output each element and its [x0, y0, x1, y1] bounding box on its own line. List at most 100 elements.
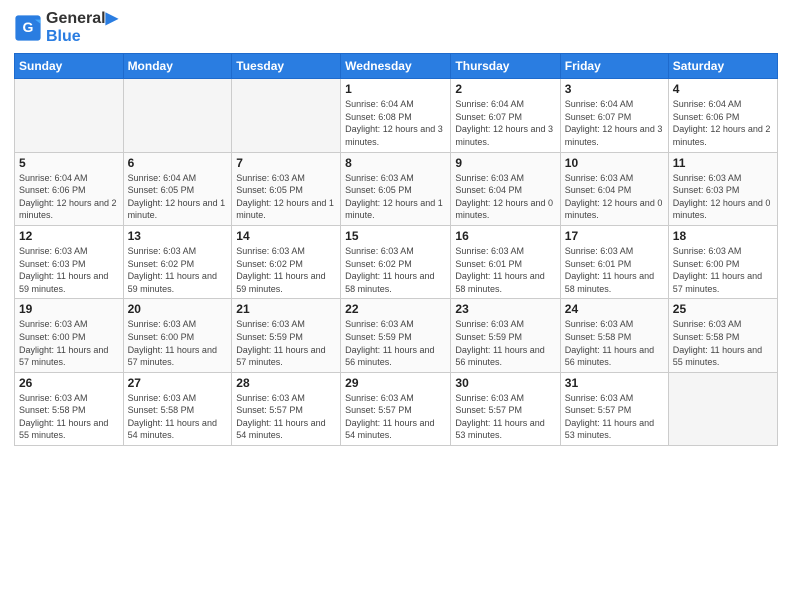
day-info: Sunrise: 6:03 AMSunset: 6:02 PMDaylight:… [345, 245, 446, 295]
day-number: 19 [19, 302, 119, 316]
day-info: Sunrise: 6:03 AMSunset: 5:59 PMDaylight:… [455, 318, 555, 368]
calendar-cell: 31 Sunrise: 6:03 AMSunset: 5:57 PMDayligh… [560, 372, 668, 445]
page-header: G General▶ Blue [14, 10, 778, 45]
day-info: Sunrise: 6:03 AMSunset: 5:57 PMDaylight:… [565, 392, 664, 442]
day-number: 20 [128, 302, 228, 316]
calendar-cell: 21 Sunrise: 6:03 AMSunset: 5:59 PMDayligh… [232, 299, 341, 372]
day-info: Sunrise: 6:03 AMSunset: 5:58 PMDaylight:… [19, 392, 119, 442]
day-info: Sunrise: 6:03 AMSunset: 6:02 PMDaylight:… [236, 245, 336, 295]
calendar-page: G General▶ Blue SundayMondayTuesdayWedne… [0, 0, 792, 612]
calendar-cell [232, 79, 341, 152]
calendar-cell: 20 Sunrise: 6:03 AMSunset: 6:00 PMDayligh… [123, 299, 232, 372]
day-info: Sunrise: 6:03 AMSunset: 5:59 PMDaylight:… [236, 318, 336, 368]
calendar-cell: 28 Sunrise: 6:03 AMSunset: 5:57 PMDayligh… [232, 372, 341, 445]
calendar-cell: 16 Sunrise: 6:03 AMSunset: 6:01 PMDayligh… [451, 225, 560, 298]
day-info: Sunrise: 6:04 AMSunset: 6:06 PMDaylight:… [673, 98, 773, 148]
day-info: Sunrise: 6:03 AMSunset: 6:00 PMDaylight:… [673, 245, 773, 295]
weekday-header-thursday: Thursday [451, 54, 560, 79]
calendar-cell: 5Sunrise: 6:04 AMSunset: 6:06 PMDaylight… [15, 152, 124, 225]
day-number: 9 [455, 156, 555, 170]
calendar-table: SundayMondayTuesdayWednesdayThursdayFrid… [14, 53, 778, 446]
calendar-cell: 19 Sunrise: 6:03 AMSunset: 6:00 PMDayligh… [15, 299, 124, 372]
weekday-header-wednesday: Wednesday [341, 54, 451, 79]
day-info: Sunrise: 6:03 AMSunset: 6:02 PMDaylight:… [128, 245, 228, 295]
day-info: Sunrise: 6:03 AMSunset: 5:57 PMDaylight:… [345, 392, 446, 442]
day-info: Sunrise: 6:03 AMSunset: 5:58 PMDaylight:… [565, 318, 664, 368]
calendar-cell: 6 Sunrise: 6:04 AMSunset: 6:05 PMDaylight… [123, 152, 232, 225]
logo: G General▶ Blue [14, 10, 118, 45]
day-info: Sunrise: 6:04 AMSunset: 6:07 PMDaylight:… [455, 98, 555, 148]
week-row-2: 5Sunrise: 6:04 AMSunset: 6:06 PMDaylight… [15, 152, 778, 225]
day-number: 8 [345, 156, 446, 170]
calendar-cell [668, 372, 777, 445]
calendar-cell [123, 79, 232, 152]
day-info: Sunrise: 6:03 AMSunset: 5:57 PMDaylight:… [236, 392, 336, 442]
calendar-cell: 15 Sunrise: 6:03 AMSunset: 6:02 PMDayligh… [341, 225, 451, 298]
day-number: 28 [236, 376, 336, 390]
day-number: 26 [19, 376, 119, 390]
day-number: 21 [236, 302, 336, 316]
calendar-cell: 9 Sunrise: 6:03 AMSunset: 6:04 PMDaylight… [451, 152, 560, 225]
week-row-1: 1Sunrise: 6:04 AMSunset: 6:08 PMDaylight… [15, 79, 778, 152]
day-info: Sunrise: 6:03 AMSunset: 6:00 PMDaylight:… [128, 318, 228, 368]
svg-text:G: G [23, 19, 34, 35]
calendar-cell: 25 Sunrise: 6:03 AMSunset: 5:58 PMDayligh… [668, 299, 777, 372]
weekday-header-sunday: Sunday [15, 54, 124, 79]
day-number: 22 [345, 302, 446, 316]
calendar-cell: 29 Sunrise: 6:03 AMSunset: 5:57 PMDayligh… [341, 372, 451, 445]
day-info: Sunrise: 6:03 AMSunset: 6:00 PMDaylight:… [19, 318, 119, 368]
calendar-cell: 12Sunrise: 6:03 AMSunset: 6:03 PMDayligh… [15, 225, 124, 298]
calendar-cell: 23 Sunrise: 6:03 AMSunset: 5:59 PMDayligh… [451, 299, 560, 372]
day-info: Sunrise: 6:03 AMSunset: 6:01 PMDaylight:… [455, 245, 555, 295]
calendar-cell: 11 Sunrise: 6:03 AMSunset: 6:03 PMDayligh… [668, 152, 777, 225]
calendar-cell: 2 Sunrise: 6:04 AMSunset: 6:07 PMDaylight… [451, 79, 560, 152]
calendar-cell: 4Sunrise: 6:04 AMSunset: 6:06 PMDaylight… [668, 79, 777, 152]
calendar-cell: 26 Sunrise: 6:03 AMSunset: 5:58 PMDayligh… [15, 372, 124, 445]
day-number: 6 [128, 156, 228, 170]
day-number: 27 [128, 376, 228, 390]
day-info: Sunrise: 6:03 AMSunset: 6:03 PMDaylight:… [673, 172, 773, 222]
day-info: Sunrise: 6:03 AMSunset: 5:59 PMDaylight:… [345, 318, 446, 368]
calendar-cell: 18 Sunrise: 6:03 AMSunset: 6:00 PMDayligh… [668, 225, 777, 298]
day-number: 25 [673, 302, 773, 316]
weekday-header-saturday: Saturday [668, 54, 777, 79]
day-number: 31 [565, 376, 664, 390]
day-info: Sunrise: 6:03 AMSunset: 5:58 PMDaylight:… [673, 318, 773, 368]
week-row-3: 12Sunrise: 6:03 AMSunset: 6:03 PMDayligh… [15, 225, 778, 298]
calendar-cell: 1Sunrise: 6:04 AMSunset: 6:08 PMDaylight… [341, 79, 451, 152]
calendar-cell: 7Sunrise: 6:03 AMSunset: 6:05 PMDaylight… [232, 152, 341, 225]
weekday-header-tuesday: Tuesday [232, 54, 341, 79]
day-info: Sunrise: 6:03 AMSunset: 5:57 PMDaylight:… [455, 392, 555, 442]
day-number: 5 [19, 156, 119, 170]
calendar-cell: 30 Sunrise: 6:03 AMSunset: 5:57 PMDayligh… [451, 372, 560, 445]
calendar-cell [15, 79, 124, 152]
calendar-cell: 10Sunrise: 6:03 AMSunset: 6:04 PMDayligh… [560, 152, 668, 225]
logo-text: General▶ Blue [46, 10, 118, 45]
day-number: 30 [455, 376, 555, 390]
day-number: 16 [455, 229, 555, 243]
day-number: 7 [236, 156, 336, 170]
calendar-cell: 17Sunrise: 6:03 AMSunset: 6:01 PMDayligh… [560, 225, 668, 298]
day-number: 17 [565, 229, 664, 243]
calendar-cell: 13 Sunrise: 6:03 AMSunset: 6:02 PMDayligh… [123, 225, 232, 298]
logo-icon: G [14, 14, 42, 42]
day-number: 18 [673, 229, 773, 243]
weekday-header-row: SundayMondayTuesdayWednesdayThursdayFrid… [15, 54, 778, 79]
day-number: 15 [345, 229, 446, 243]
day-info: Sunrise: 6:04 AMSunset: 6:07 PMDaylight:… [565, 98, 664, 148]
day-info: Sunrise: 6:04 AMSunset: 6:08 PMDaylight:… [345, 98, 446, 148]
day-info: Sunrise: 6:03 AMSunset: 6:05 PMDaylight:… [345, 172, 446, 222]
day-info: Sunrise: 6:04 AMSunset: 6:05 PMDaylight:… [128, 172, 228, 222]
day-info: Sunrise: 6:03 AMSunset: 6:04 PMDaylight:… [455, 172, 555, 222]
calendar-cell: 14Sunrise: 6:03 AMSunset: 6:02 PMDayligh… [232, 225, 341, 298]
day-number: 23 [455, 302, 555, 316]
weekday-header-friday: Friday [560, 54, 668, 79]
day-number: 11 [673, 156, 773, 170]
day-number: 13 [128, 229, 228, 243]
day-number: 2 [455, 82, 555, 96]
day-number: 12 [19, 229, 119, 243]
day-info: Sunrise: 6:03 AMSunset: 6:04 PMDaylight:… [565, 172, 664, 222]
calendar-cell: 3Sunrise: 6:04 AMSunset: 6:07 PMDaylight… [560, 79, 668, 152]
day-number: 29 [345, 376, 446, 390]
day-info: Sunrise: 6:03 AMSunset: 5:58 PMDaylight:… [128, 392, 228, 442]
